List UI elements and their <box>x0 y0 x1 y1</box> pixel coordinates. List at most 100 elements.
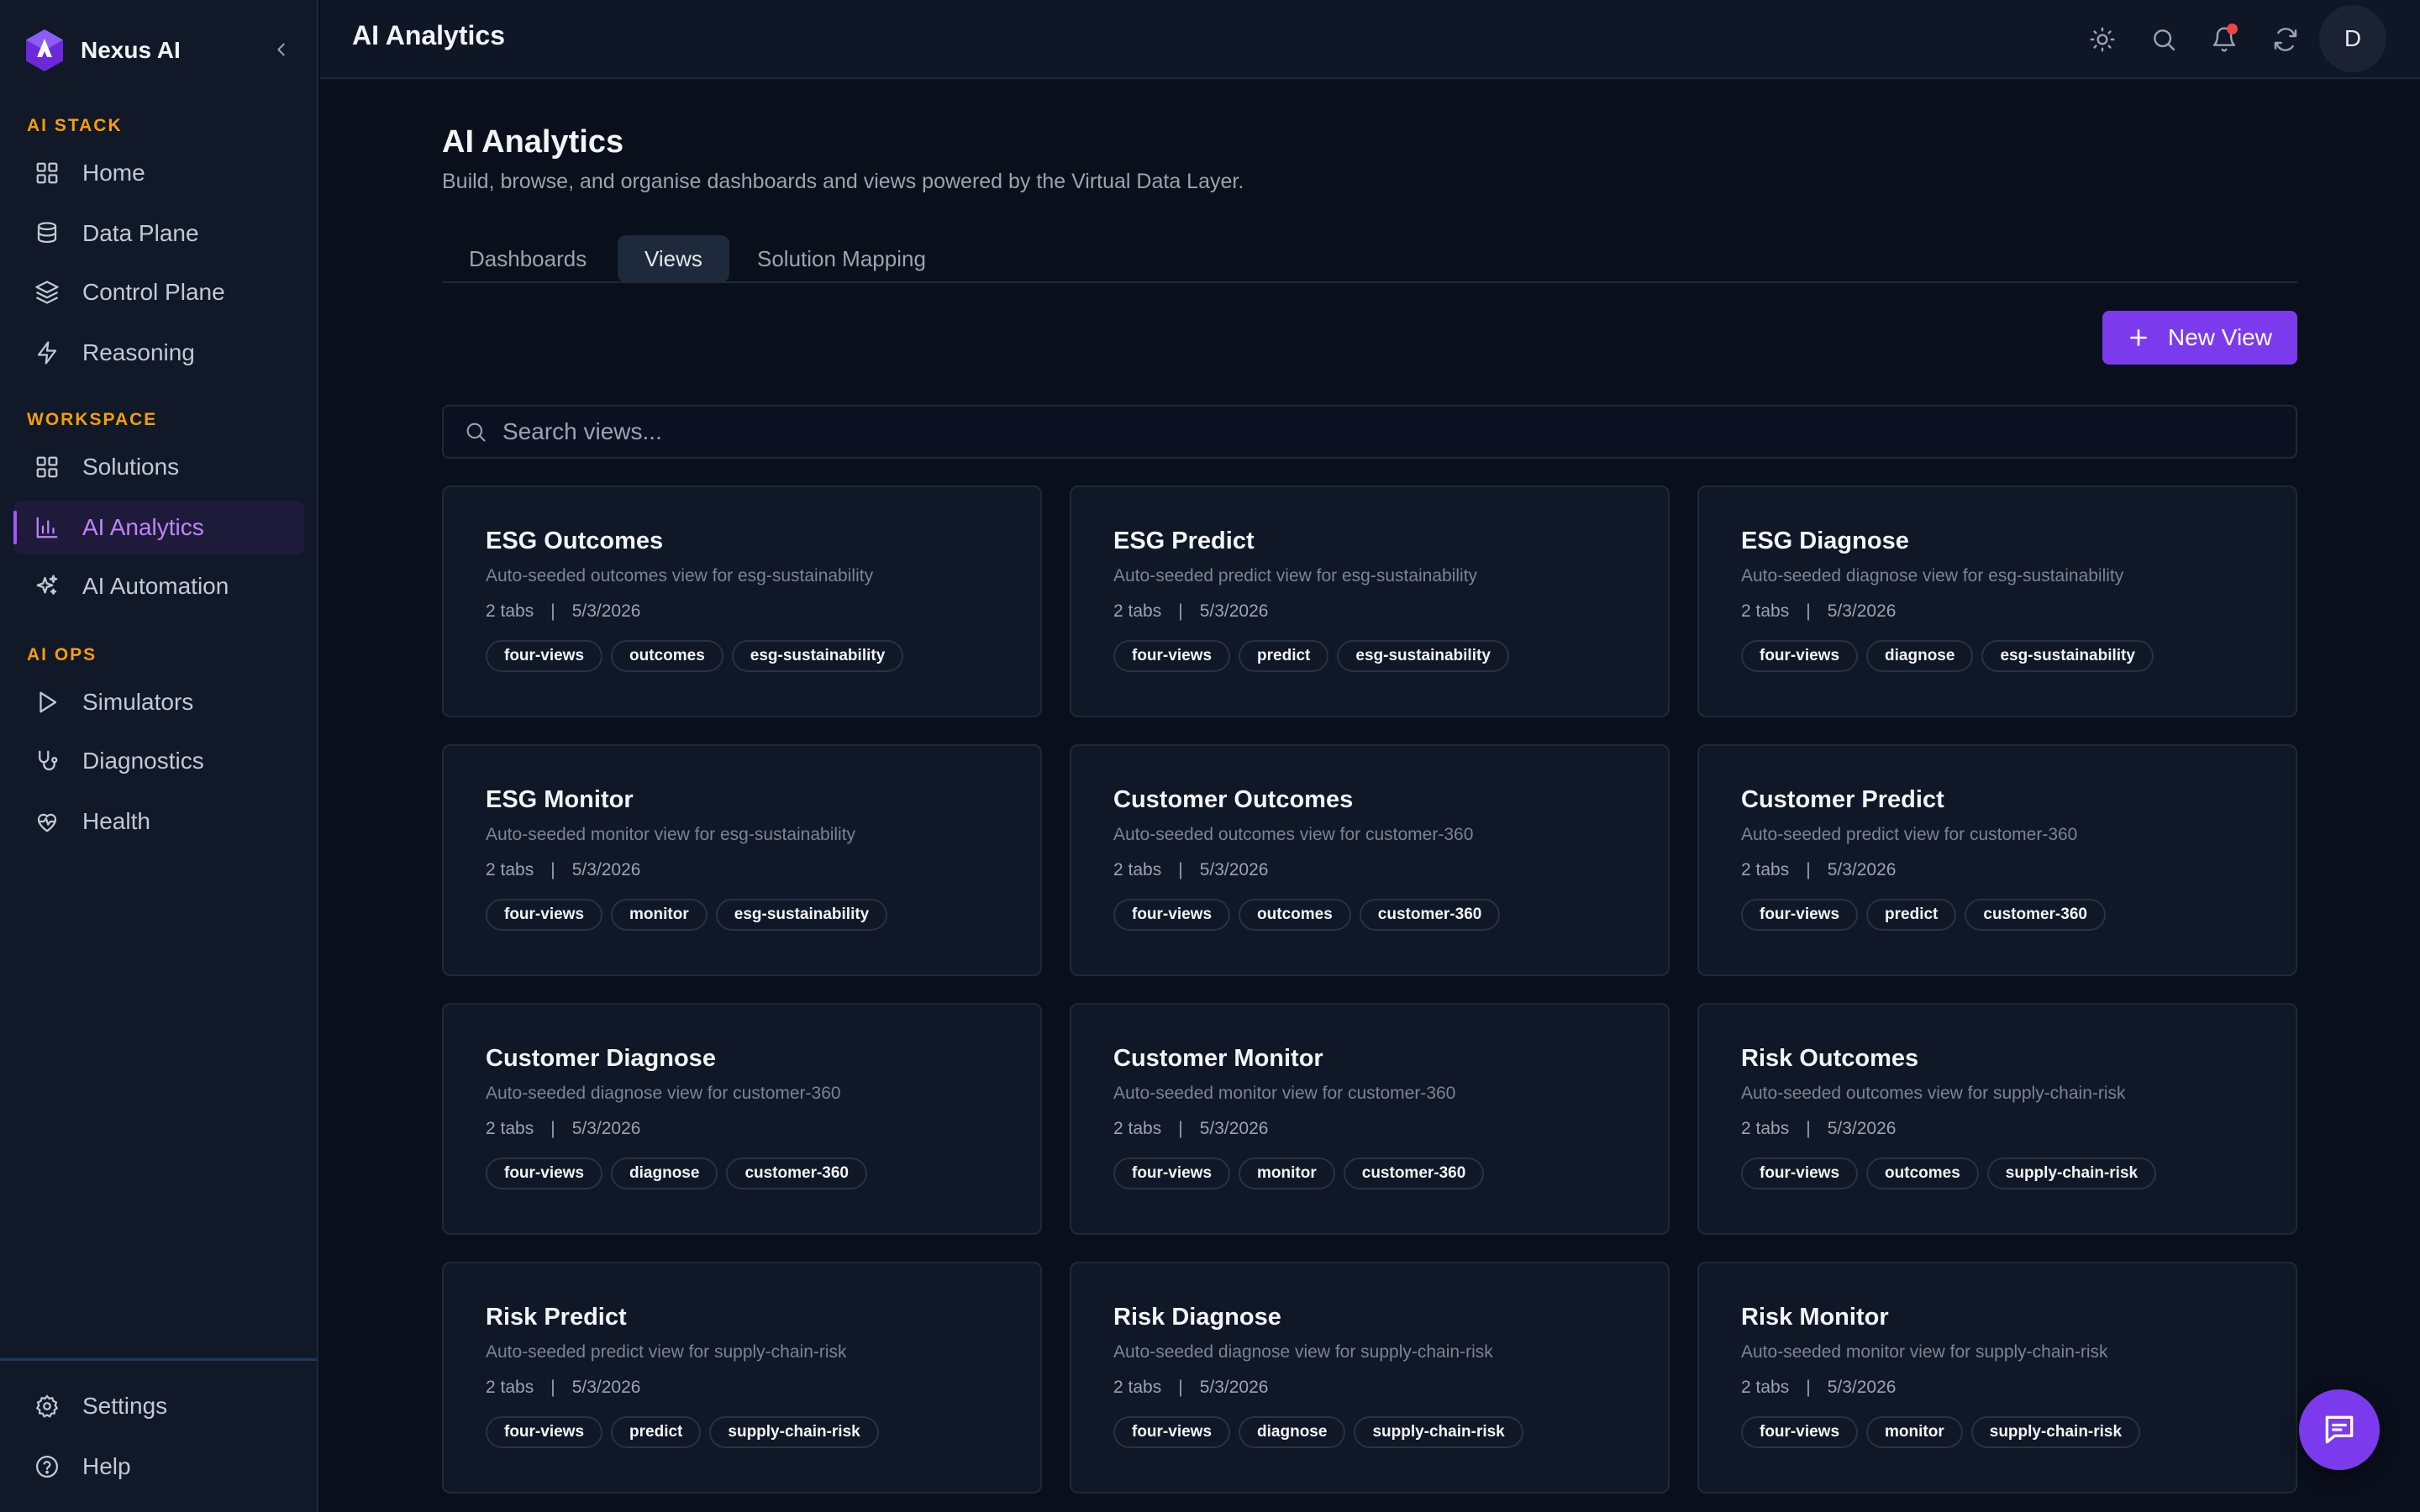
view-card-title: Risk Predict <box>486 1304 627 1331</box>
tag-chip[interactable]: esg-sustainability <box>731 640 904 672</box>
view-card[interactable]: ESG Outcomes Auto-seeded outcomes view fo… <box>442 486 1042 717</box>
view-card[interactable]: ESG Diagnose Auto-seeded diagnose view fo… <box>1697 486 2297 717</box>
tag-chip[interactable]: diagnose <box>1239 1416 1346 1448</box>
tab-count-suffix: tabs <box>1128 1119 1162 1138</box>
tag-chip[interactable]: monitor <box>611 899 708 931</box>
view-card-description: Auto-seeded monitor view for customer-36… <box>1113 1084 1456 1103</box>
view-card[interactable]: Customer Monitor Auto-seeded monitor view… <box>1070 1003 1670 1235</box>
global-search-button[interactable] <box>2148 24 2180 55</box>
view-card-date: 5/3/2026 <box>571 1378 641 1397</box>
view-card[interactable]: ESG Predict Auto-seeded predict view for … <box>1070 486 1670 717</box>
tag-chip[interactable]: four-views <box>1741 899 1859 931</box>
tab-count-suffix: tabs <box>500 1119 534 1138</box>
tag-chip[interactable]: supply-chain-risk <box>709 1416 879 1448</box>
tag-chip[interactable]: supply-chain-risk <box>1970 1416 2141 1448</box>
view-card[interactable]: Risk Outcomes Auto-seeded outcomes view f… <box>1697 1003 2297 1235</box>
stethoscope-icon <box>34 748 60 774</box>
tag-chip[interactable]: customer-360 <box>1343 1158 1485 1189</box>
view-card-date: 5/3/2026 <box>571 601 641 621</box>
avatar[interactable]: D <box>2319 5 2386 72</box>
tag-chip[interactable]: four-views <box>1741 640 1859 672</box>
view-card[interactable]: Risk Diagnose Auto-seeded diagnose view f… <box>1070 1262 1670 1494</box>
tag-chip[interactable]: monitor <box>1239 1158 1335 1189</box>
tag-chip[interactable]: diagnose <box>1866 640 1974 672</box>
tag-chip[interactable]: esg-sustainability <box>715 899 888 931</box>
sidebar: Nexus AI AI STACK Home Data Plane Contro… <box>0 0 318 1512</box>
view-card-meta: 2 tabs | 5/3/2026 <box>1113 1378 1626 1398</box>
sidebar-item-settings[interactable]: Settings <box>13 1379 304 1433</box>
tab-views[interactable]: Views <box>618 235 729 282</box>
tab-dashboards[interactable]: Dashboards <box>442 235 613 282</box>
view-card-tab-count: 2 tabs <box>486 1119 534 1139</box>
tag-chip[interactable]: four-views <box>1113 899 1231 931</box>
tag-chip[interactable]: customer-360 <box>1965 899 2106 931</box>
tag-chip[interactable]: customer-360 <box>1359 899 1501 931</box>
sidebar-item-help[interactable]: Help <box>13 1440 304 1494</box>
tab-count-value: 2 <box>1741 860 1751 879</box>
tag-chip[interactable]: four-views <box>1741 1158 1859 1189</box>
view-card-tags: four-views diagnose customer-360 <box>486 1158 998 1189</box>
tag-chip[interactable]: outcomes <box>611 640 723 672</box>
tag-chip[interactable]: supply-chain-risk <box>1986 1158 2157 1189</box>
notifications-button[interactable] <box>2208 24 2240 55</box>
tag-chip[interactable]: esg-sustainability <box>1337 640 1509 672</box>
view-card[interactable]: Customer Diagnose Auto-seeded diagnose vi… <box>442 1003 1042 1235</box>
tab-count-suffix: tabs <box>1128 860 1162 879</box>
view-card-tab-count: 2 tabs <box>486 1378 534 1398</box>
sidebar-item-home[interactable]: Home <box>13 146 304 200</box>
tag-chip[interactable]: diagnose <box>611 1158 718 1189</box>
tag-chip[interactable]: esg-sustainability <box>1981 640 2154 672</box>
sidebar-item-ai-analytics[interactable]: AI Analytics <box>13 501 304 554</box>
tag-chip[interactable]: four-views <box>1113 640 1231 672</box>
tag-chip[interactable]: supply-chain-risk <box>1354 1416 1523 1448</box>
sidebar-item-diagnostics[interactable]: Diagnostics <box>13 734 304 788</box>
sidebar-item-health[interactable]: Health <box>13 795 304 848</box>
view-card-date: 5/3/2026 <box>1827 601 1897 621</box>
view-card[interactable]: ESG Monitor Auto-seeded monitor view for … <box>442 744 1042 976</box>
view-card[interactable]: Risk Monitor Auto-seeded monitor view for… <box>1697 1262 2297 1494</box>
tag-chip[interactable]: four-views <box>486 899 603 931</box>
view-card[interactable]: Customer Outcomes Auto-seeded outcomes vi… <box>1070 744 1670 976</box>
tag-chip[interactable]: four-views <box>1113 1158 1231 1189</box>
view-card[interactable]: Customer Predict Auto-seeded predict view… <box>1697 744 2297 976</box>
refresh-button[interactable] <box>2270 24 2302 55</box>
sidebar-item-simulators[interactable]: Simulators <box>13 675 304 729</box>
sidebar-item-reasoning[interactable]: Reasoning <box>13 326 304 380</box>
nexus-logo-icon <box>26 29 63 71</box>
tag-chip[interactable]: four-views <box>1113 1416 1231 1448</box>
tag-chip[interactable]: customer-360 <box>726 1158 867 1189</box>
tag-chip[interactable]: four-views <box>1741 1416 1859 1448</box>
tag-chip[interactable]: four-views <box>486 640 603 672</box>
view-card-description: Auto-seeded outcomes view for esg-sustai… <box>486 566 874 585</box>
view-card-tags: four-views diagnose supply-chain-risk <box>1113 1416 1626 1448</box>
view-card-title: Risk Diagnose <box>1113 1304 1281 1331</box>
sidebar-item-solutions[interactable]: Solutions <box>13 440 304 494</box>
tag-chip[interactable]: outcomes <box>1866 1158 1979 1189</box>
tag-chip[interactable]: predict <box>1239 640 1329 672</box>
tag-chip[interactable]: four-views <box>486 1416 603 1448</box>
tab-solution-mapping[interactable]: Solution Mapping <box>730 235 953 282</box>
theme-toggle-button[interactable] <box>2086 24 2118 55</box>
tag-chip[interactable]: predict <box>611 1416 702 1448</box>
tag-chip[interactable]: predict <box>1866 899 1957 931</box>
topbar-title: AI Analytics <box>352 20 505 50</box>
tag-chip[interactable]: four-views <box>486 1158 603 1189</box>
search-views-input[interactable] <box>502 418 2296 445</box>
meta-separator: | <box>1178 1378 1183 1397</box>
tag-chip[interactable]: outcomes <box>1239 899 1351 931</box>
view-card[interactable]: Risk Predict Auto-seeded predict view for… <box>442 1262 1042 1494</box>
collapse-sidebar-button[interactable] <box>267 35 296 64</box>
chat-button[interactable] <box>2299 1389 2380 1470</box>
sidebar-item-data-plane[interactable]: Data Plane <box>13 207 304 260</box>
sidebar-item-control-plane[interactable]: Control Plane <box>13 265 304 319</box>
tab-count-suffix: tabs <box>1755 601 1790 621</box>
sidebar-item-label: Simulators <box>82 689 194 715</box>
sidebar-item-label: Solutions <box>82 454 180 480</box>
search-box[interactable] <box>442 405 2297 459</box>
new-view-button[interactable]: New View <box>2102 311 2297 365</box>
brand[interactable]: Nexus AI <box>25 29 181 72</box>
view-card-tags: four-views predict customer-360 <box>1741 899 2254 931</box>
sidebar-item-ai-automation[interactable]: AI Automation <box>13 559 304 613</box>
tag-chip[interactable]: monitor <box>1866 1416 1963 1448</box>
sidebar-item-label: Home <box>82 160 145 186</box>
